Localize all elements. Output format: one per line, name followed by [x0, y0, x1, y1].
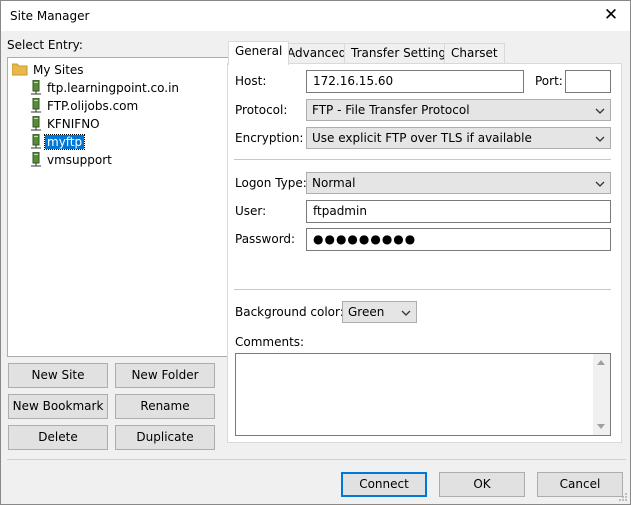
protocol-value: FTP - File Transfer Protocol	[312, 103, 470, 117]
tab-charset[interactable]: Charset	[444, 43, 505, 64]
select-entry-label: Select Entry:	[7, 38, 83, 52]
protocol-label: Protocol:	[235, 103, 288, 117]
folder-icon	[11, 63, 28, 76]
tree-item-label: myftp	[43, 134, 86, 150]
logon-type-select[interactable]: Normal	[306, 172, 611, 194]
tree-item-vmsupport[interactable]: vmsupport	[30, 151, 114, 169]
separator	[234, 289, 611, 290]
password-input[interactable]: ●●●●●●●●●	[306, 228, 611, 251]
encryption-value: Use explicit FTP over TLS if available	[312, 131, 532, 145]
tree-root-my-sites[interactable]: My Sites	[11, 61, 86, 79]
new-folder-button[interactable]: New Folder	[115, 363, 215, 388]
port-label: Port:	[535, 74, 563, 88]
comments-textarea[interactable]	[235, 353, 611, 436]
rename-button[interactable]: Rename	[115, 394, 215, 419]
cancel-button[interactable]: Cancel	[537, 472, 623, 497]
chevron-down-icon	[401, 310, 411, 316]
tree-item-label: KFNIFNO	[47, 117, 100, 131]
tab-transfer-settings[interactable]: Transfer Settings	[344, 43, 460, 64]
new-site-button[interactable]: New Site	[8, 363, 108, 388]
tree-item-myftp[interactable]: myftp	[30, 133, 86, 151]
encryption-label: Encryption:	[235, 131, 304, 145]
close-icon[interactable]: ✕	[600, 5, 622, 27]
logon-type-value: Normal	[312, 176, 356, 190]
tree-item-ftp-learningpoint[interactable]: ftp.learningpoint.co.in	[30, 79, 181, 97]
server-icon	[31, 115, 41, 131]
tree-item-ftp-olijobs[interactable]: FTP.olijobs.com	[30, 97, 140, 115]
delete-button[interactable]: Delete	[8, 425, 108, 450]
server-icon	[31, 97, 41, 113]
comments-scrollbar[interactable]	[593, 354, 610, 435]
chevron-down-icon	[595, 108, 605, 114]
user-label: User:	[235, 204, 267, 218]
window-title: Site Manager	[10, 9, 90, 23]
background-color-select[interactable]: Green	[342, 301, 417, 323]
new-bookmark-button[interactable]: New Bookmark	[8, 394, 108, 419]
site-manager-window: Site Manager ✕ Select Entry: My Sites ft…	[0, 0, 631, 505]
site-tree[interactable]: My Sites ftp.learningpoint.co.in FTP.oli…	[7, 57, 244, 357]
tree-item-label: FTP.olijobs.com	[47, 99, 139, 113]
title-bar: Site Manager ✕	[1, 1, 630, 31]
host-input[interactable]: 172.16.15.60	[306, 70, 524, 93]
comments-label: Comments:	[235, 335, 305, 349]
separator	[234, 159, 611, 160]
scroll-down-icon[interactable]	[597, 424, 605, 429]
tree-root-label: My Sites	[33, 63, 84, 77]
server-icon	[31, 133, 41, 149]
chevron-down-icon	[595, 136, 605, 142]
ok-button[interactable]: OK	[439, 472, 525, 497]
tab-general[interactable]: General	[228, 41, 290, 65]
password-label: Password:	[235, 232, 296, 246]
tree-item-kfnifno[interactable]: KFNIFNO	[30, 115, 102, 133]
resize-grip-icon[interactable]	[618, 492, 628, 502]
server-icon	[31, 79, 41, 95]
encryption-select[interactable]: Use explicit FTP over TLS if available	[306, 127, 611, 149]
tree-item-label: vmsupport	[47, 153, 112, 167]
background-color-label: Background color:	[235, 305, 344, 319]
server-icon	[31, 151, 41, 167]
password-value: ●●●●●●●●●	[313, 232, 417, 246]
logon-type-label: Logon Type:	[235, 176, 307, 190]
footer-separator	[7, 459, 626, 460]
background-color-value: Green	[348, 305, 385, 319]
user-input[interactable]: ftpadmin	[306, 200, 611, 223]
connect-button[interactable]: Connect	[341, 472, 427, 497]
port-input[interactable]	[565, 70, 611, 93]
tree-item-label: ftp.learningpoint.co.in	[47, 81, 180, 95]
host-label: Host:	[235, 74, 267, 88]
chevron-down-icon	[595, 181, 605, 187]
scroll-up-icon[interactable]	[597, 360, 605, 365]
tab-advanced[interactable]: Advanced	[280, 43, 354, 64]
duplicate-button[interactable]: Duplicate	[115, 425, 215, 450]
protocol-select[interactable]: FTP - File Transfer Protocol	[306, 99, 611, 121]
